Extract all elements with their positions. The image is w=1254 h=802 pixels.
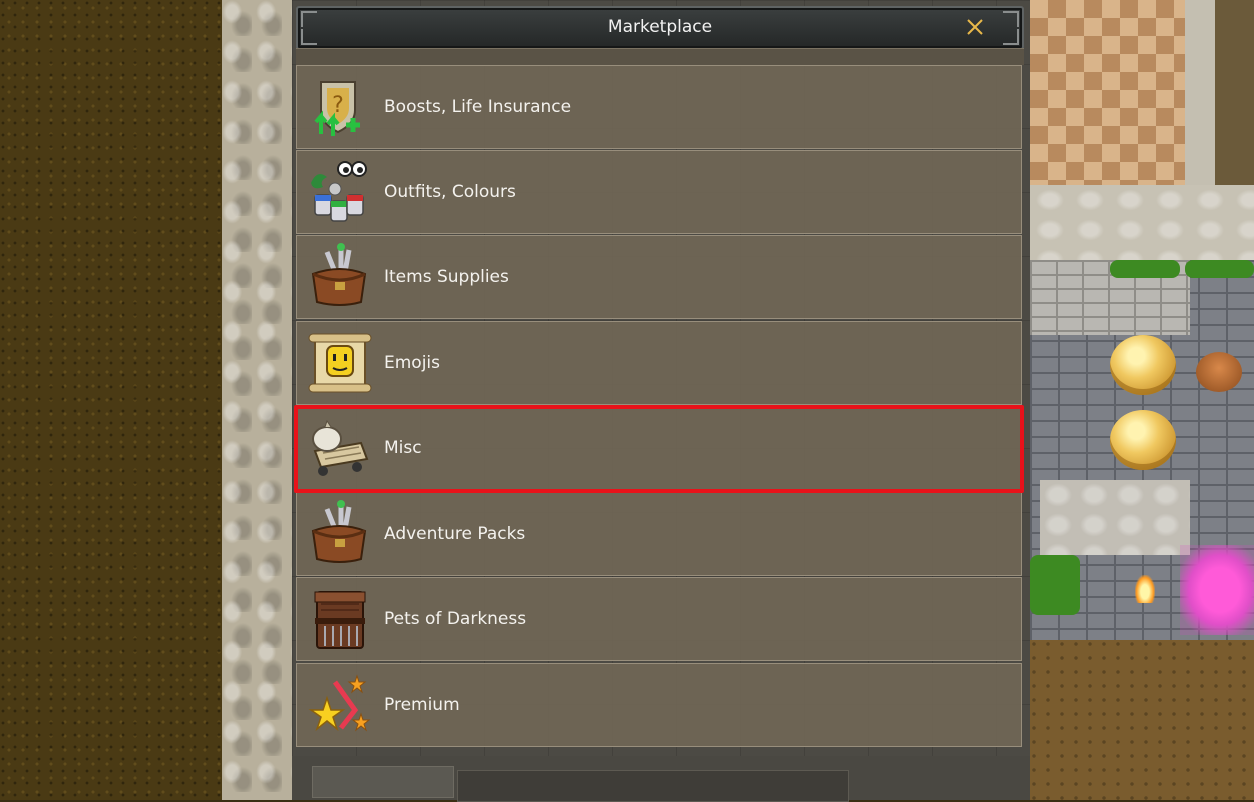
bottom-panel-slot	[457, 770, 849, 802]
gold-coin-pile	[1110, 335, 1176, 395]
stone-block	[1040, 480, 1190, 555]
category-label: Premium	[384, 695, 460, 715]
marketplace-window: Marketplace ? Boosts, Life Insurance Out…	[292, 0, 1030, 802]
satchel-icon	[311, 243, 367, 306]
category-pets-of-darkness[interactable]: Pets of Darkness	[296, 577, 1022, 661]
adventure-bag-icon	[311, 500, 367, 563]
cart-sack-icon	[312, 419, 369, 476]
category-label: Boosts, Life Insurance	[384, 97, 572, 117]
grass-patch	[1030, 555, 1080, 615]
window-titlebar[interactable]: Marketplace	[296, 6, 1024, 50]
stone-column	[1185, 0, 1215, 190]
category-label: Misc	[384, 438, 422, 458]
category-boosts-life-insurance[interactable]: ? Boosts, Life Insurance	[296, 65, 1022, 149]
close-button[interactable]	[962, 14, 988, 40]
gold-coin-pile	[1110, 410, 1176, 470]
category-label: Emojis	[384, 353, 441, 373]
category-label: Pets of Darkness	[384, 609, 527, 629]
bottom-panel-slot	[312, 766, 454, 798]
category-list: ? Boosts, Life Insurance Outfits, Colour…	[296, 65, 1024, 749]
magic-glow	[1180, 545, 1254, 635]
torch-flame	[1135, 575, 1155, 603]
dirt-ground	[1030, 640, 1254, 800]
category-emojis[interactable]: Emojis	[296, 321, 1022, 405]
emoji-scroll-icon	[308, 333, 372, 393]
category-outfits-colours[interactable]: Outfits, Colours	[296, 150, 1022, 234]
stone-wall	[1030, 185, 1254, 260]
window-title: Marketplace	[607, 17, 713, 37]
world-right-area	[1030, 0, 1254, 800]
grass-patch	[1110, 260, 1180, 278]
category-misc[interactable]: Misc	[296, 406, 1022, 490]
barrel	[1196, 352, 1242, 392]
category-adventure-packs[interactable]: Adventure Packs	[296, 492, 1022, 576]
shield-boost-icon: ?	[314, 81, 360, 136]
category-premium[interactable]: Premium	[296, 663, 1022, 747]
grass-patch	[1185, 260, 1254, 278]
window-bottom-panel	[292, 756, 1030, 802]
paint-buckets-icon	[311, 161, 367, 222]
category-label: Items Supplies	[384, 267, 509, 287]
category-items-supplies[interactable]: Items Supplies	[296, 235, 1022, 319]
close-icon	[967, 19, 983, 35]
dirt-ground	[0, 0, 222, 800]
checkered-floor	[1030, 0, 1185, 185]
category-label: Outfits, Colours	[384, 182, 516, 202]
window-subbar	[296, 48, 1024, 65]
category-label: Adventure Packs	[384, 524, 526, 544]
stone-path	[222, 0, 292, 800]
stars-icon	[308, 674, 371, 732]
crate-icon	[314, 591, 366, 649]
